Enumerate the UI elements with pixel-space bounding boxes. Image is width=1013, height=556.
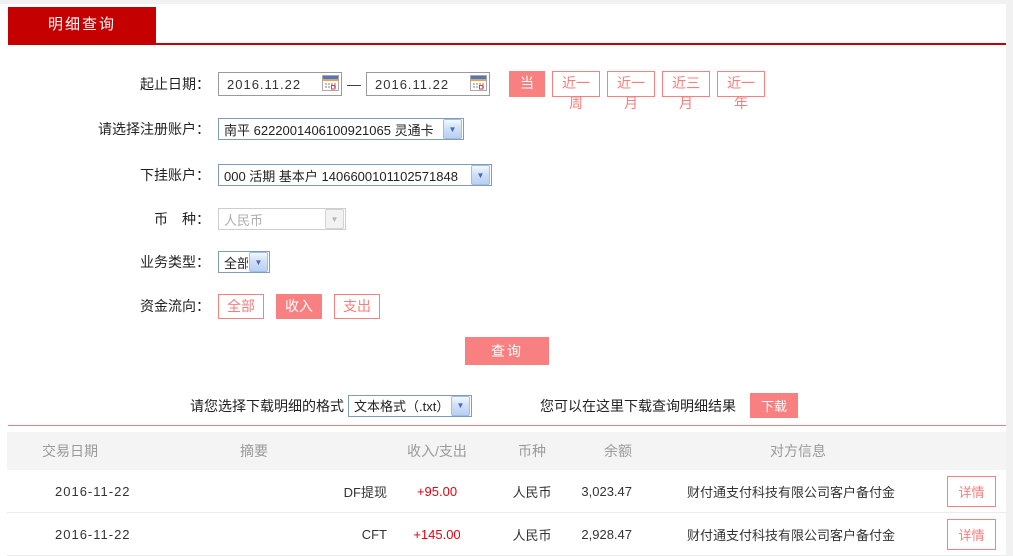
cell-amount: +95.00 [416, 483, 458, 499]
quick-range-week-button[interactable]: 近一周 [552, 71, 600, 111]
business-type-label: 业务类型： [140, 254, 210, 270]
cell-currency: 人民币 [512, 484, 552, 500]
query-button[interactable]: 查询 [465, 337, 549, 365]
cell-balance: 3,023.47 [581, 483, 632, 499]
cell-counterparty: 财付通支付科技有限公司客户备付金 [687, 527, 896, 543]
fund-flow-income-button[interactable]: 收入 [276, 293, 322, 319]
fund-flow-all-button[interactable]: 全部 [218, 293, 264, 319]
tab-bar: 明细查询 [8, 4, 1006, 45]
header-in-out: 收入/支出 [407, 443, 467, 459]
table-row: 2016-11-22 DF提现 +95.00 人民币 3,023.47 财付通支… [7, 470, 1006, 513]
tab-detail-query[interactable]: 明细查询 [8, 7, 156, 43]
cell-amount: +145.00 [413, 526, 461, 542]
sub-account-label: 下挂账户： [140, 167, 210, 183]
content-panel: 明细查询 起止日期： 2016.11.22 — 2016.11.22 当日 近一… [0, 4, 1006, 556]
header-balance: 余额 [604, 443, 632, 459]
cell-summary: DF提现 [343, 484, 387, 500]
header-date: 交易日期 [42, 443, 98, 459]
business-type-value: 全部 [224, 255, 248, 271]
end-date-value: 2016.11.22 [375, 76, 450, 92]
sub-account-select[interactable]: 000 活期 基本户 1406600101102571848 ▼ [218, 164, 492, 186]
quick-range-3months-button[interactable]: 近三月 [662, 71, 710, 111]
registered-account-label: 请选择注册账户： [98, 121, 210, 137]
fund-flow-expense-button[interactable]: 支出 [334, 293, 380, 319]
cell-balance: 2,928.47 [581, 526, 632, 542]
cell-summary: CFT [361, 526, 387, 542]
quick-range-year-button[interactable]: 近一年 [717, 71, 765, 111]
currency-select: 人民币 ▼ [218, 208, 346, 230]
fund-flow-label: 资金流向： [140, 298, 210, 314]
calendar-icon[interactable] [470, 74, 487, 94]
currency-label: 币 种： [154, 211, 210, 227]
header-summary: 摘要 [240, 443, 268, 459]
sub-account-value: 000 活期 基本户 1406600101102571848 [224, 168, 458, 184]
currency-value: 人民币 [224, 212, 264, 228]
chevron-down-icon: ▼ [451, 395, 470, 416]
cell-currency: 人民币 [512, 527, 552, 543]
business-type-select[interactable]: 全部 ▼ [218, 251, 270, 273]
download-format-select[interactable]: 文本格式（.txt） ▼ [348, 394, 472, 417]
detail-button[interactable]: 详情 [947, 518, 996, 550]
table-divider [8, 425, 1006, 426]
chevron-down-icon: ▼ [471, 165, 490, 185]
table-row: 2016-11-22 CFT +145.00 人民币 2,928.47 财付通支… [7, 513, 1006, 556]
download-format-label: 请您选择下载明细的格式 [190, 397, 344, 414]
detail-button[interactable]: 详情 [947, 475, 996, 507]
registered-account-select[interactable]: 南平 6222001406100921065 灵通卡 ▼ [218, 118, 464, 140]
cell-date: 2016-11-22 [55, 483, 131, 499]
date-range-label: 起止日期： [140, 76, 210, 92]
start-date-value: 2016.11.22 [227, 76, 302, 92]
chevron-down-icon: ▼ [443, 119, 462, 139]
quick-range-today-button[interactable]: 当日 [509, 71, 545, 111]
query-form: 起止日期： 2016.11.22 — 2016.11.22 当日 近一周 近一月… [0, 45, 1006, 418]
registered-account-value: 南平 6222001406100921065 灵通卡 [224, 122, 434, 138]
results-table: 交易日期 摘要 收入/支出 币种 余额 对方信息 2016-11-22 DF提现… [7, 432, 1006, 556]
header-counterparty: 对方信息 [770, 443, 826, 459]
date-range-separator: — [347, 76, 361, 92]
table-header-row: 交易日期 摘要 收入/支出 币种 余额 对方信息 [7, 432, 1006, 470]
download-hint: 您可以在这里下载查询明细结果 [540, 397, 736, 414]
cell-counterparty: 财付通支付科技有限公司客户备付金 [687, 484, 896, 500]
chevron-down-icon: ▼ [325, 209, 344, 229]
end-date-input[interactable]: 2016.11.22 [366, 72, 490, 96]
calendar-icon[interactable] [322, 74, 339, 94]
download-format-value: 文本格式（.txt） [354, 399, 450, 414]
quick-range-month-button[interactable]: 近一月 [607, 71, 655, 111]
chevron-down-icon: ▼ [249, 252, 268, 272]
cell-date: 2016-11-22 [55, 526, 131, 542]
start-date-input[interactable]: 2016.11.22 [218, 72, 342, 96]
download-button[interactable]: 下载 [750, 393, 798, 418]
header-currency: 币种 [518, 443, 546, 459]
